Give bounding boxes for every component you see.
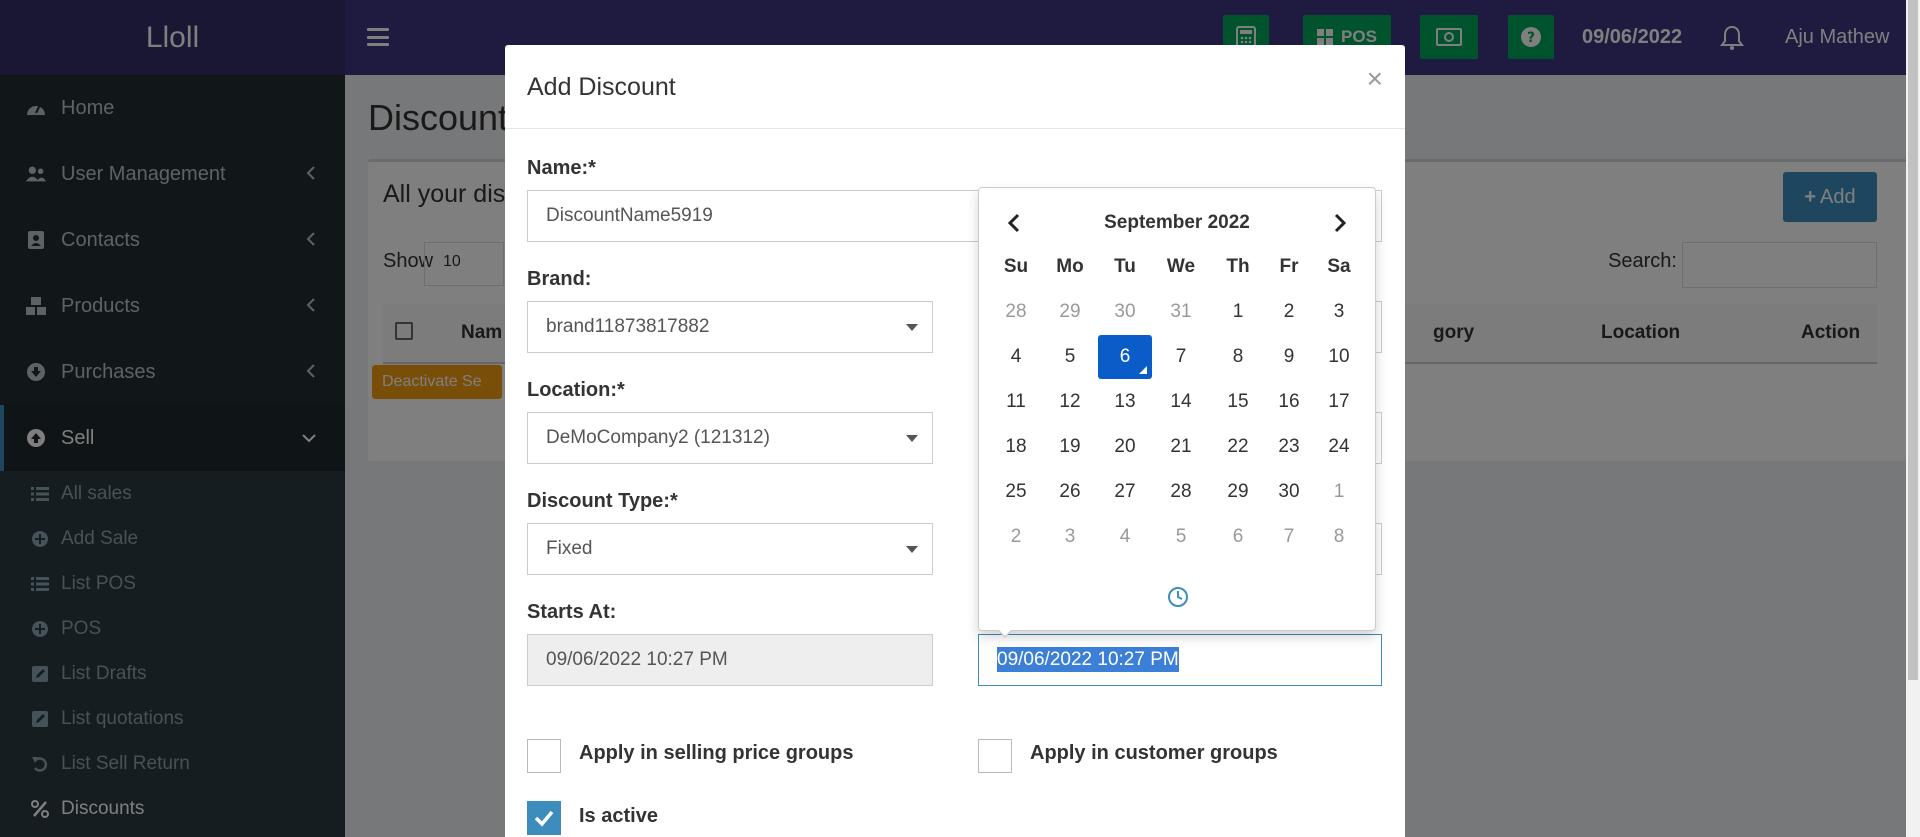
calendar-day[interactable]: 23 <box>1262 425 1316 469</box>
brand-select[interactable]: brand11873817882 <box>527 301 933 353</box>
name-label: Name:* <box>527 157 596 179</box>
discount-type-value: Fixed <box>546 538 593 559</box>
calendar-day[interactable]: 28 <box>1154 470 1208 514</box>
calendar-day[interactable]: 3 <box>1312 290 1366 334</box>
weekday-header: Sa <box>1327 256 1351 277</box>
calendar-day[interactable]: 14 <box>1154 380 1208 424</box>
calendar-day[interactable]: 30 <box>1098 290 1152 334</box>
is-active-label[interactable]: Is active <box>579 805 658 828</box>
calendar-day[interactable]: 29 <box>1211 470 1265 514</box>
weekday-header: Th <box>1226 256 1250 277</box>
checkmark-icon <box>534 810 554 827</box>
brand-select-value: brand11873817882 <box>546 316 710 337</box>
caret-down-icon <box>906 324 918 331</box>
calendar-day[interactable]: 26 <box>1043 470 1097 514</box>
apply-customer-groups-checkbox[interactable] <box>978 739 1012 773</box>
caret-down-icon <box>906 546 918 553</box>
close-icon[interactable]: × <box>1367 63 1383 95</box>
calendar-day[interactable]: 4 <box>1098 515 1152 559</box>
caret-down-icon <box>906 435 918 442</box>
calendar-day[interactable]: 11 <box>989 380 1043 424</box>
calendar-day[interactable]: 21 <box>1154 425 1208 469</box>
calendar-day[interactable]: 27 <box>1098 470 1152 514</box>
calendar-day[interactable]: 16 <box>1262 380 1316 424</box>
calendar-day[interactable]: 3 <box>1043 515 1097 559</box>
weekday-header: Tu <box>1114 256 1136 277</box>
weekday-header: Mo <box>1056 256 1084 277</box>
datepicker-month-label[interactable]: September 2022 <box>979 212 1375 234</box>
calendar-day[interactable]: 5 <box>1154 515 1208 559</box>
calendar-day[interactable]: 7 <box>1262 515 1316 559</box>
apply-selling-price-groups-label[interactable]: Apply in selling price groups <box>579 742 853 765</box>
apply-selling-price-groups-checkbox[interactable] <box>527 739 561 773</box>
calendar-day[interactable]: 28 <box>989 290 1043 334</box>
apply-customer-groups-label[interactable]: Apply in customer groups <box>1030 742 1278 765</box>
weekday-header: Fr <box>1279 256 1299 277</box>
is-active-checkbox[interactable] <box>527 801 561 835</box>
ends-at-input[interactable]: 09/06/2022 10:27 PM <box>978 634 1382 686</box>
calendar-day[interactable]: 20 <box>1098 425 1152 469</box>
location-select[interactable]: DeMoCompany2 (121312) <box>527 412 933 464</box>
calendar-day[interactable]: 30 <box>1262 470 1316 514</box>
page-scrollbar[interactable] <box>1906 0 1920 837</box>
calendar-day[interactable]: 24 <box>1312 425 1366 469</box>
calendar-day[interactable]: 8 <box>1211 335 1265 379</box>
calendar-day[interactable]: 10 <box>1312 335 1366 379</box>
next-month-button[interactable] <box>1325 208 1355 238</box>
calendar-day[interactable]: 8 <box>1312 515 1366 559</box>
calendar-day[interactable]: 31 <box>1154 290 1208 334</box>
discount-type-label: Discount Type:* <box>527 490 678 512</box>
calendar-day[interactable]: 9 <box>1262 335 1316 379</box>
calendar-day[interactable]: 7 <box>1154 335 1208 379</box>
clock-icon[interactable] <box>1167 586 1189 608</box>
brand-label: Brand: <box>527 268 592 290</box>
chevron-left-icon <box>1007 213 1020 233</box>
calendar-day[interactable]: 25 <box>989 470 1043 514</box>
calendar-day[interactable]: 12 <box>1043 380 1097 424</box>
datepicker-popup: September 2022 Su Mo Tu We Th Fr Sa 28 2… <box>978 187 1376 638</box>
weekday-header: We <box>1166 256 1196 277</box>
location-select-value: DeMoCompany2 (121312) <box>546 427 770 448</box>
discount-type-select[interactable]: Fixed <box>527 523 933 575</box>
calendar-day[interactable]: 22 <box>1211 425 1265 469</box>
calendar-day[interactable]: 1 <box>1312 470 1366 514</box>
calendar-day[interactable]: 15 <box>1211 380 1265 424</box>
calendar-day-selected[interactable]: 6 <box>1098 335 1152 379</box>
weekday-header: Su <box>1003 256 1029 277</box>
calendar-day[interactable]: 18 <box>989 425 1043 469</box>
starts-at-label: Starts At: <box>527 601 617 623</box>
starts-at-input[interactable]: 09/06/2022 10:27 PM <box>527 634 933 686</box>
calendar-day[interactable]: 29 <box>1043 290 1097 334</box>
calendar-day[interactable]: 4 <box>989 335 1043 379</box>
calendar-day[interactable]: 1 <box>1211 290 1265 334</box>
chevron-right-icon <box>1334 213 1347 233</box>
calendar-day[interactable]: 2 <box>1262 290 1316 334</box>
modal-title: Add Discount <box>527 73 676 101</box>
location-label: Location:* <box>527 379 625 401</box>
calendar-day[interactable]: 2 <box>989 515 1043 559</box>
ends-at-selected-text: 09/06/2022 10:27 PM <box>997 647 1179 672</box>
calendar-day[interactable]: 17 <box>1312 380 1366 424</box>
calendar-day[interactable]: 6 <box>1211 515 1265 559</box>
calendar-day[interactable]: 13 <box>1098 380 1152 424</box>
datepicker-pointer-inner <box>998 629 1012 636</box>
prev-month-button[interactable] <box>999 208 1029 238</box>
modal-header: Add Discount × <box>505 45 1405 129</box>
calendar-day[interactable]: 5 <box>1043 335 1097 379</box>
scrollbar-thumb[interactable] <box>1908 0 1918 680</box>
calendar-day[interactable]: 19 <box>1043 425 1097 469</box>
